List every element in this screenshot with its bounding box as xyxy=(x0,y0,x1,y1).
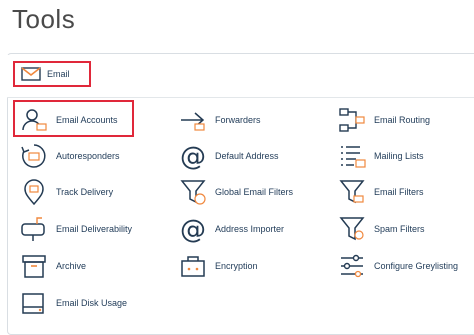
tool-label: Email Accounts xyxy=(56,115,118,125)
email-section-toggle[interactable]: Email xyxy=(13,61,91,87)
tool-email-routing[interactable]: Email Routing xyxy=(338,106,430,134)
tool-label: Spam Filters xyxy=(374,224,425,234)
encryption-icon xyxy=(179,252,207,280)
tool-track-delivery[interactable]: Track Delivery xyxy=(20,178,113,206)
tool-label: Forwarders xyxy=(215,115,261,125)
tool-spam-filters[interactable]: Spam Filters xyxy=(338,215,425,243)
configure-greylisting-icon xyxy=(338,252,366,280)
tool-label: Autoresponders xyxy=(56,151,120,161)
envelope-icon xyxy=(21,66,41,82)
email-filters-icon xyxy=(338,178,366,206)
tool-archive[interactable]: Archive xyxy=(20,252,86,280)
autoresponders-icon xyxy=(20,142,48,170)
tool-email-accounts[interactable]: Email Accounts xyxy=(20,106,118,134)
address-importer-icon: @ xyxy=(179,215,207,243)
spam-filters-icon xyxy=(338,215,366,243)
tool-label: Address Importer xyxy=(215,224,285,234)
section-label: Email xyxy=(47,69,70,79)
tool-default-address[interactable]: @ Default Address xyxy=(179,142,279,170)
archive-icon xyxy=(20,252,48,280)
tool-label: Global Email Filters xyxy=(215,187,294,197)
tool-label: Email Filters xyxy=(374,187,424,197)
track-delivery-icon xyxy=(20,178,48,206)
tool-label: Default Address xyxy=(215,151,279,161)
email-deliverability-icon xyxy=(20,215,48,243)
tool-email-disk-usage[interactable]: Email Disk Usage xyxy=(20,289,127,317)
tool-label: Track Delivery xyxy=(56,187,114,197)
email-routing-icon xyxy=(338,106,366,134)
tool-forwarders[interactable]: Forwarders xyxy=(179,106,261,134)
tool-label: Encryption xyxy=(215,261,258,271)
tool-encryption[interactable]: Encryption xyxy=(179,252,258,280)
tool-autoresponders[interactable]: Autoresponders xyxy=(20,142,120,170)
default-address-icon: @ xyxy=(179,142,207,170)
email-accounts-icon xyxy=(20,106,48,134)
tool-label: Email Routing xyxy=(374,115,431,125)
tool-label: Email Disk Usage xyxy=(56,298,128,308)
tool-label: Mailing Lists xyxy=(374,151,424,161)
tool-global-email-filters[interactable]: Global Email Filters xyxy=(179,178,293,206)
tool-label: Email Deliverability xyxy=(56,224,133,234)
svg-text:@: @ xyxy=(180,215,206,243)
tool-configure-greylisting[interactable]: Configure Greylisting xyxy=(338,252,458,280)
global-email-filters-icon xyxy=(179,178,207,206)
tool-email-deliverability[interactable]: Email Deliverability xyxy=(20,215,132,243)
mailing-lists-icon xyxy=(338,142,366,170)
tool-label: Configure Greylisting xyxy=(374,261,459,271)
email-disk-usage-icon xyxy=(20,289,48,317)
tool-label: Archive xyxy=(56,261,87,271)
page-title: Tools xyxy=(12,4,76,34)
forwarders-icon xyxy=(179,106,207,134)
svg-text:@: @ xyxy=(180,142,206,170)
tool-address-importer[interactable]: @ Address Importer xyxy=(179,215,284,243)
tool-email-filters[interactable]: Email Filters xyxy=(338,178,424,206)
tool-mailing-lists[interactable]: Mailing Lists xyxy=(338,142,424,170)
